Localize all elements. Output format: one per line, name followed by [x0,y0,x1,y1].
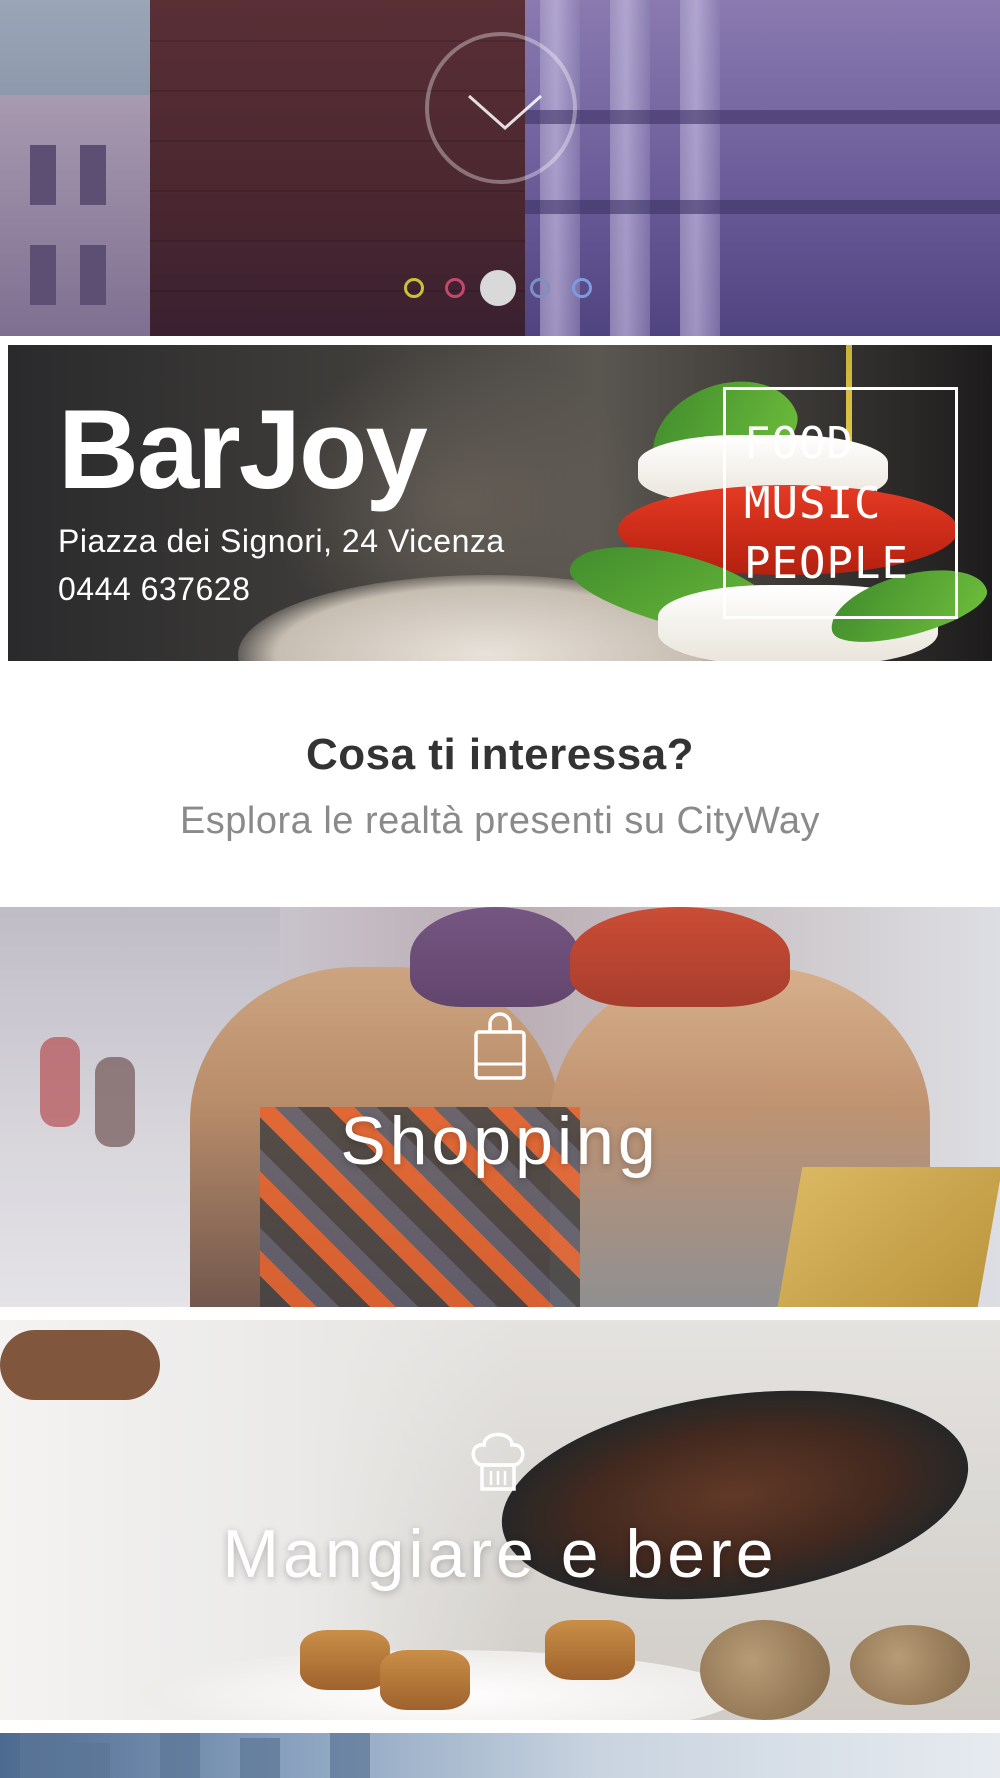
tagline-line: MUSIC [744,478,882,529]
category-next-partial[interactable] [0,1733,1000,1778]
venue-tagline-box: FOOD MUSIC PEOPLE [723,387,958,619]
carousel-dot[interactable] [530,278,550,298]
venue-address: Piazza dei Signori, 24 Vicenza [58,523,505,559]
chevron-down-icon [468,94,542,131]
intro-title: Cosa ti interessa? [305,730,695,779]
promo-banner-barjoy[interactable]: BarJoy Piazza dei Signori, 24 Vicenza 04… [8,345,992,661]
scroll-down-button[interactable] [425,32,577,184]
tagline-line: PEOPLE [744,538,909,589]
category-label: Mangiare e bere [222,1516,778,1592]
carousel-dot[interactable] [480,270,516,306]
carousel-dot[interactable] [404,278,424,298]
category-shopping[interactable]: Shopping [0,907,1000,1307]
carousel-dot[interactable] [572,278,592,298]
shopping-bag-icon [474,1012,526,1080]
intro-subtitle: Esplora le realtà presenti su CityWay [179,800,821,842]
hero-banner [0,0,1000,336]
category-mangiare-e-bere[interactable]: Mangiare e bere [0,1320,1000,1720]
carousel-dots [0,270,1000,306]
category-label: Shopping [340,1103,660,1179]
tagline-line: FOOD [744,418,854,469]
venue-name: BarJoy [58,387,428,512]
carousel-dot[interactable] [445,278,465,298]
venue-phone: 0444 637628 [58,571,251,607]
intro-section: Cosa ti interessa? Esplora le realtà pre… [0,662,1000,907]
chef-hat-icon [471,1432,525,1491]
